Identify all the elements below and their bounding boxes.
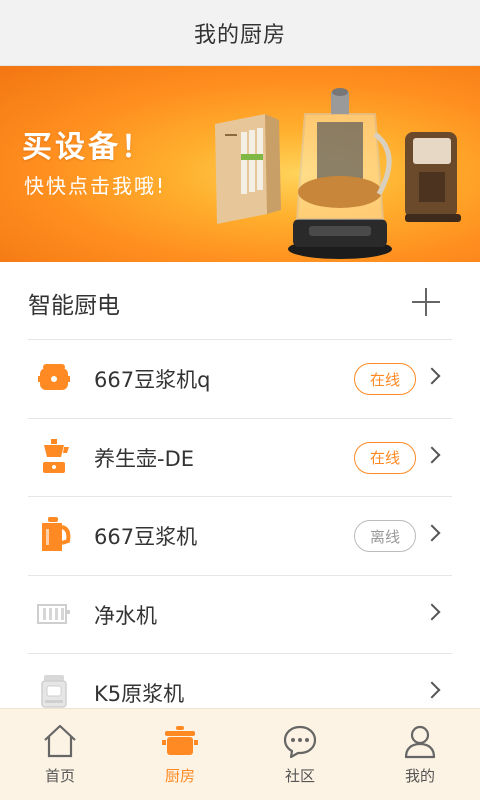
- tab-label: 首页: [44, 767, 75, 785]
- water-purifier-icon: [37, 603, 70, 624]
- device-name: 667豆浆机q: [94, 368, 211, 392]
- tab-kitchen[interactable]: 厨房: [120, 709, 240, 800]
- chevron-right-icon: [423, 446, 441, 463]
- device-name: 667豆浆机: [94, 525, 198, 549]
- device-name: K5原浆机: [94, 682, 185, 706]
- tab-label: 我的: [404, 767, 435, 785]
- banner-appliances-image: [215, 88, 461, 259]
- add-device-button[interactable]: [408, 284, 444, 320]
- home-icon: [44, 724, 76, 758]
- banner-purifier-image: [215, 114, 281, 224]
- promo-banner[interactable]: 买设备！ 快快点击我哦!: [0, 66, 480, 262]
- device-name: 养生壶-DE: [94, 446, 195, 471]
- bottom-tab-bar: 首页 厨房 社区 我的: [0, 708, 480, 800]
- chat-bubble-icon: [283, 725, 317, 759]
- health-pot-icon: [43, 438, 69, 473]
- chevron-right-icon: [423, 603, 441, 620]
- device-row[interactable]: 养生壶-DE 在线: [0, 417, 480, 497]
- pot-icon: [162, 726, 198, 755]
- banner-subline: 快快点击我哦!: [24, 174, 167, 198]
- banner-soymilk-machine-image: [405, 132, 461, 222]
- page-title: 我的厨房: [193, 22, 286, 48]
- banner-headline: 买设备！: [22, 130, 154, 165]
- tab-label: 社区: [284, 767, 315, 785]
- status-badge: 离线: [354, 520, 416, 552]
- section-header: 智能厨电: [0, 262, 480, 340]
- status-badge: 在线: [354, 441, 416, 474]
- rice-cooker-icon: [38, 364, 70, 390]
- device-row[interactable]: 667豆浆机q 在线: [0, 339, 480, 418]
- banner-kettle-image: [288, 88, 392, 259]
- tab-community[interactable]: 社区: [240, 709, 360, 800]
- app-header: 我的厨房: [0, 0, 480, 66]
- section-title: 智能厨电: [28, 293, 120, 319]
- device-name: 净水机: [94, 603, 157, 628]
- soymilk-maker-icon: [42, 517, 71, 551]
- tab-profile[interactable]: 我的: [360, 709, 480, 800]
- tab-label: 厨房: [164, 767, 195, 785]
- chevron-right-icon: [423, 367, 441, 385]
- user-icon: [404, 725, 436, 759]
- tab-home[interactable]: 首页: [0, 709, 120, 800]
- status-badge: 在线: [354, 363, 416, 395]
- juicer-icon: [41, 675, 67, 708]
- device-row[interactable]: 净水机: [0, 574, 480, 654]
- device-list: 667豆浆机q 在线 养生壶-DE 在线 667豆浆机 离线 净水机 K5原浆机: [0, 339, 480, 732]
- device-row[interactable]: 667豆浆机 离线: [0, 496, 480, 575]
- chevron-right-icon: [423, 524, 441, 542]
- chevron-right-icon: [423, 681, 441, 699]
